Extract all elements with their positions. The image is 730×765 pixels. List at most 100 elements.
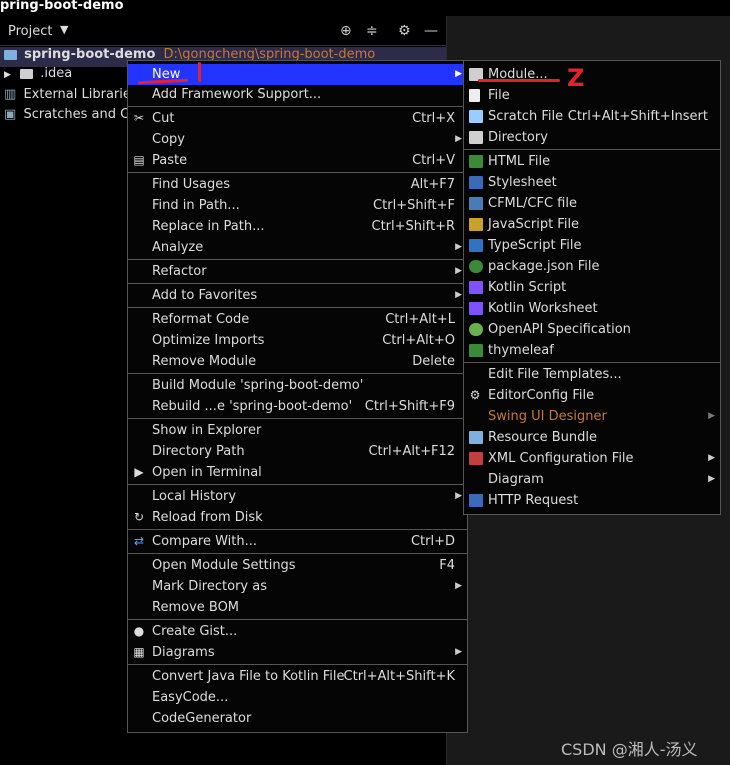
menu-separator (128, 106, 467, 107)
menu-compare[interactable]: ⇄ Compare With... Ctrl+D (128, 531, 467, 552)
submenu-javascript[interactable]: JavaScript File (464, 214, 720, 235)
menu-create-gist[interactable]: ● Create Gist... (128, 621, 467, 642)
thymeleaf-icon (469, 344, 483, 357)
submenu-thymeleaf[interactable]: thymeleaf (464, 340, 720, 361)
menu-label: Diagrams (152, 645, 215, 660)
menu-refactor[interactable]: Refactor ▶ (128, 261, 467, 282)
submenu-arrow-icon: ▶ (455, 242, 462, 252)
menu-separator (464, 149, 720, 150)
menu-paste[interactable]: ▤ Paste Ctrl+V (128, 150, 467, 171)
menu-separator (128, 307, 467, 308)
library-icon: ▥ (4, 87, 17, 102)
menu-reload[interactable]: ↻ Reload from Disk (128, 507, 467, 528)
menu-label: TypeScript File (488, 238, 582, 253)
module-folder-icon (4, 49, 17, 60)
menu-label: Show in Explorer (152, 423, 262, 438)
menu-local-history[interactable]: Local History ▶ (128, 486, 467, 507)
tree-item-external[interactable]: ▥ External Libraries (4, 87, 138, 107)
menu-analyze[interactable]: Analyze ▶ (128, 237, 467, 258)
submenu-stylesheet[interactable]: Stylesheet (464, 172, 720, 193)
submenu-file[interactable]: File (464, 85, 720, 106)
submenu-arrow-icon: ▶ (455, 491, 462, 501)
compare-icon: ⇄ (133, 534, 145, 548)
submenu-directory[interactable]: Directory (464, 127, 720, 148)
menu-directory-path[interactable]: Directory Path Ctrl+Alt+F12 (128, 441, 467, 462)
locate-icon[interactable]: ⊕ (340, 23, 352, 39)
menu-label: Directory Path (152, 444, 245, 459)
context-menu: New ▶ Add Framework Support... ✂ Cut Ctrl+X… (127, 60, 468, 733)
menu-add-favorites[interactable]: Add to Favorites ▶ (128, 285, 467, 306)
menu-remove-module[interactable]: Remove Module Delete (128, 351, 467, 372)
tree-item-scratches[interactable]: ▣ Scratches and Cor (4, 107, 143, 127)
menu-label: Edit File Templates... (488, 367, 622, 382)
menu-mark-directory[interactable]: Mark Directory as ▶ (128, 576, 467, 597)
submenu-http-request[interactable]: HTTP Request (464, 490, 720, 511)
submenu-edit-templates[interactable]: Edit File Templates... (464, 364, 720, 385)
menu-optimize[interactable]: Optimize Imports Ctrl+Alt+O (128, 330, 467, 351)
submenu-scratch[interactable]: Scratch File Ctrl+Alt+Shift+Insert (464, 106, 720, 127)
menu-separator (128, 529, 467, 530)
tree-item-idea[interactable]: ▶ .idea (4, 66, 72, 86)
menu-label: Find in Path... (152, 198, 240, 213)
menu-reformat[interactable]: Reformat Code Ctrl+Alt+L (128, 309, 467, 330)
submenu-resource-bundle[interactable]: Resource Bundle (464, 427, 720, 448)
annotation-mark-one (198, 62, 201, 82)
expand-arrow-icon[interactable]: ▶ (4, 70, 11, 80)
submenu-arrow-icon: ▶ (455, 581, 462, 591)
submenu-xml-config[interactable]: XML Configuration File ▶ (464, 448, 720, 469)
menu-copy[interactable]: Copy ▶ (128, 129, 467, 150)
js-file-icon (469, 218, 483, 231)
menu-label: Kotlin Script (488, 280, 567, 295)
tree-item-label: Scratches and Cor (23, 107, 143, 122)
submenu-cfml[interactable]: CFML/CFC file (464, 193, 720, 214)
menu-find-in-path[interactable]: Find in Path... Ctrl+Shift+F (128, 195, 467, 216)
submenu-kotlin-script[interactable]: Kotlin Script (464, 277, 720, 298)
menu-convert-kotlin[interactable]: Convert Java File to Kotlin File Ctrl+Alt… (128, 666, 467, 687)
menu-rebuild[interactable]: Rebuild ...e 'spring-boot-demo' Ctrl+Shif… (128, 396, 467, 417)
submenu-arrow-icon: ▶ (708, 453, 715, 463)
xml-file-icon (469, 452, 483, 465)
menu-shortcut: Delete (412, 354, 455, 369)
menu-shortcut: Ctrl+Alt+F12 (368, 444, 455, 459)
chevron-down-icon[interactable]: ▼ (60, 23, 68, 36)
menu-separator (128, 259, 467, 260)
submenu-typescript[interactable]: TypeScript File (464, 235, 720, 256)
menu-show-explorer[interactable]: Show in Explorer (128, 420, 467, 441)
annotation-underline-module (478, 79, 560, 82)
submenu-editorconfig[interactable]: ⚙ EditorConfig File (464, 385, 720, 406)
submenu-diagram[interactable]: Diagram ▶ (464, 469, 720, 490)
menu-remove-bom[interactable]: Remove BOM (128, 597, 467, 618)
submenu-openapi[interactable]: OpenAPI Specification (464, 319, 720, 340)
menu-shortcut: F4 (439, 558, 455, 573)
menu-label: Kotlin Worksheet (488, 301, 598, 316)
api-icon (469, 494, 483, 507)
menu-add-framework[interactable]: Add Framework Support... (128, 84, 467, 105)
menu-easycode[interactable]: EasyCode... (128, 687, 467, 708)
menu-label: CFML/CFC file (488, 196, 577, 211)
menu-open-module-settings[interactable]: Open Module Settings F4 (128, 555, 467, 576)
menu-label: Cut (152, 111, 175, 126)
collapse-icon[interactable]: ≑ (366, 23, 378, 39)
menu-open-terminal[interactable]: ▶ Open in Terminal (128, 462, 467, 483)
menu-find-usages[interactable]: Find Usages Alt+F7 (128, 174, 467, 195)
menu-diagrams[interactable]: ▦ Diagrams ▶ (128, 642, 467, 663)
gear-icon[interactable]: ⚙ (398, 23, 411, 39)
submenu-html[interactable]: HTML File (464, 151, 720, 172)
menu-label: Rebuild ...e 'spring-boot-demo' (152, 399, 353, 414)
submenu-kotlin-worksheet[interactable]: Kotlin Worksheet (464, 298, 720, 319)
menu-label: Create Gist... (152, 624, 238, 639)
title-bar: pring-boot-demo (0, 0, 730, 16)
file-icon (469, 89, 480, 102)
menu-cut[interactable]: ✂ Cut Ctrl+X (128, 108, 467, 129)
menu-replace-in-path[interactable]: Replace in Path... Ctrl+Shift+R (128, 216, 467, 237)
project-dropdown[interactable]: Project (8, 24, 52, 39)
submenu-package-json[interactable]: package.json File (464, 256, 720, 277)
menu-build-module[interactable]: Build Module 'spring-boot-demo' (128, 375, 467, 396)
menu-label: Reload from Disk (152, 510, 263, 525)
gear-icon: ⚙ (469, 388, 481, 402)
menu-separator (128, 484, 467, 485)
menu-label: Local History (152, 489, 237, 504)
menu-shortcut: Ctrl+D (410, 534, 455, 549)
menu-codegenerator[interactable]: CodeGenerator (128, 708, 467, 729)
hide-icon[interactable]: — (424, 23, 438, 39)
